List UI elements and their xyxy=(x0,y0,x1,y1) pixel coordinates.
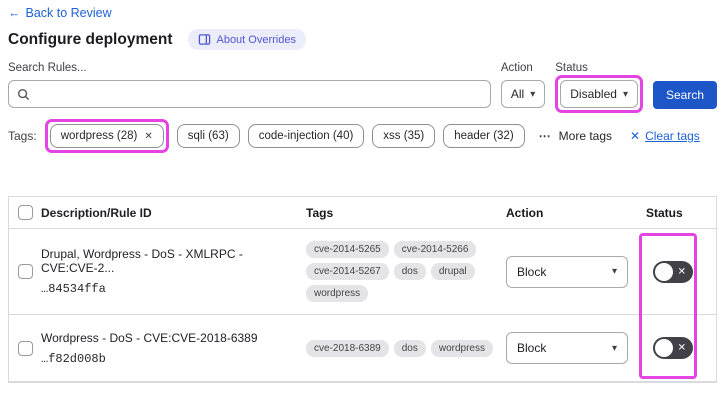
rule-tags-cell: cve-2014-5265 cve-2014-5266 cve-2014-526… xyxy=(306,241,506,302)
status-dropdown-annotation: Disabled ▾ xyxy=(555,75,643,113)
search-button[interactable]: Search xyxy=(652,81,717,109)
tag-filter-sqli[interactable]: sqli (63) xyxy=(176,124,240,148)
rule-tag: dos xyxy=(393,263,426,280)
tag-filter-label: code-injection (40) xyxy=(258,130,354,142)
ellipsis-icon: ⋯ xyxy=(538,129,552,143)
filter-row: Search Rules... Action All ▾ Status Disa… xyxy=(8,62,717,113)
status-label: Status xyxy=(555,62,588,74)
more-tags-label: More tags xyxy=(558,129,613,143)
title-row: Configure deployment About Overrides xyxy=(8,29,306,50)
status-toggle-off[interactable]: ✕ xyxy=(653,337,693,359)
search-rules-label: Search Rules... xyxy=(8,62,87,74)
status-value: Disabled xyxy=(570,87,617,101)
rule-description: Wordpress - DoS - CVE:CVE-2018-6389 xyxy=(41,330,258,345)
active-tag-annotation: wordpress (28) ✕ xyxy=(44,119,169,153)
table-row: Wordpress - DoS - CVE:CVE-2018-6389 …f82… xyxy=(9,315,716,382)
row-checkbox-cell xyxy=(9,264,41,279)
tag-filter-xss[interactable]: xss (35) xyxy=(372,124,436,148)
search-icon xyxy=(17,88,30,101)
rule-tag: cve-2014-5266 xyxy=(393,241,477,258)
rule-tag: drupal xyxy=(430,263,475,280)
close-icon: ✕ xyxy=(630,129,641,143)
about-overrides-label: About Overrides xyxy=(216,33,296,46)
rules-table: Description/Rule ID Tags Action Status D… xyxy=(8,196,717,383)
chevron-down-icon: ▾ xyxy=(530,88,536,100)
action-select-value: Block xyxy=(517,341,547,355)
rule-description-cell: Drupal, Wordpress - DoS - XMLRPC - CVE:C… xyxy=(41,247,306,296)
chevron-down-icon: ▾ xyxy=(611,342,617,354)
header-checkbox-cell xyxy=(9,205,41,220)
row-checkbox-cell xyxy=(9,340,41,356)
status-dropdown[interactable]: Disabled ▾ xyxy=(560,80,638,108)
table-row: Drupal, Wordpress - DoS - XMLRPC - CVE:C… xyxy=(9,229,716,315)
tag-filter-wordpress[interactable]: wordpress (28) ✕ xyxy=(49,124,164,148)
rule-description: Drupal, Wordpress - DoS - XMLRPC - CVE:C… xyxy=(41,247,243,275)
tag-filter-header[interactable]: header (32) xyxy=(443,124,525,148)
page-title: Configure deployment xyxy=(8,30,173,48)
tag-filter-label: header (32) xyxy=(454,130,514,142)
search-input-box[interactable] xyxy=(8,80,491,108)
rule-tag: cve-2018-6389 xyxy=(306,339,389,357)
back-to-review-link[interactable]: ← Back to Review xyxy=(8,6,112,20)
tag-filter-label: wordpress (28) xyxy=(60,130,138,142)
rule-id: …f82d008b xyxy=(41,351,106,366)
tag-filter-label: sqli (63) xyxy=(187,130,229,142)
tags-label: Tags: xyxy=(8,129,37,143)
select-all-checkbox[interactable] xyxy=(18,205,33,220)
row-checkbox[interactable] xyxy=(18,340,33,356)
chevron-down-icon: ▾ xyxy=(622,88,628,100)
action-select-value: Block xyxy=(517,264,547,279)
toggle-x-icon: ✕ xyxy=(677,342,686,354)
action-select[interactable]: Block ▾ xyxy=(506,332,628,364)
rule-status-cell: ✕ xyxy=(646,260,716,283)
toggle-knob xyxy=(655,262,673,281)
rule-description-cell: Wordpress - DoS - CVE:CVE-2018-6389 …f82… xyxy=(41,331,306,366)
rule-tag: cve-2014-5265 xyxy=(306,241,389,258)
search-input[interactable] xyxy=(36,87,482,101)
rule-tag: wordpress xyxy=(306,285,369,302)
rule-id: …84534ffa xyxy=(41,282,106,296)
tags-bar: Tags: wordpress (28) ✕ sqli (63) code-in… xyxy=(8,119,700,153)
chevron-down-icon: ▾ xyxy=(611,266,617,277)
column-header-tags: Tags xyxy=(306,205,334,220)
back-arrow-icon: ← xyxy=(8,6,21,20)
rule-status-cell: ✕ xyxy=(646,337,716,359)
rule-tag: dos xyxy=(393,339,426,357)
about-overrides-badge[interactable]: About Overrides xyxy=(188,29,306,50)
close-icon[interactable]: ✕ xyxy=(144,131,152,142)
status-filter-group: Status Disabled ▾ xyxy=(555,62,643,113)
column-header-description: Description/Rule ID xyxy=(41,205,152,220)
row-checkbox[interactable] xyxy=(18,264,33,279)
configure-deployment-page: ← Back to Review Configure deployment Ab… xyxy=(0,0,725,406)
clear-tags-label: Clear tags xyxy=(645,129,700,143)
rule-tag: cve-2014-5267 xyxy=(306,263,389,280)
rule-tags-cell: cve-2018-6389 dos wordpress xyxy=(306,339,506,357)
status-toggle-off[interactable]: ✕ xyxy=(653,260,693,283)
action-value: All xyxy=(510,87,525,101)
rule-tag: wordpress xyxy=(430,339,493,357)
action-filter-group: Action All ▾ xyxy=(500,62,546,108)
tag-filter-label: xss (35) xyxy=(383,130,425,142)
clear-tags-link[interactable]: ✕ Clear tags xyxy=(630,129,700,143)
toggle-knob xyxy=(655,339,673,357)
action-dropdown[interactable]: All ▾ xyxy=(500,80,546,108)
column-header-action: Action xyxy=(506,205,544,220)
table-header-row: Description/Rule ID Tags Action Status xyxy=(9,197,716,229)
tag-filter-code-injection[interactable]: code-injection (40) xyxy=(247,124,365,148)
rule-action-cell: Block ▾ xyxy=(506,332,646,364)
rule-action-cell: Block ▾ xyxy=(506,255,646,288)
back-link-label: Back to Review xyxy=(25,6,112,20)
column-header-status: Status xyxy=(646,205,683,220)
search-group: Search Rules... xyxy=(8,62,491,108)
more-tags-button[interactable]: ⋯ More tags xyxy=(539,129,612,143)
toggle-x-icon: ✕ xyxy=(677,265,686,277)
action-label: Action xyxy=(500,62,533,74)
book-icon xyxy=(198,33,211,46)
action-select[interactable]: Block ▾ xyxy=(506,255,628,288)
